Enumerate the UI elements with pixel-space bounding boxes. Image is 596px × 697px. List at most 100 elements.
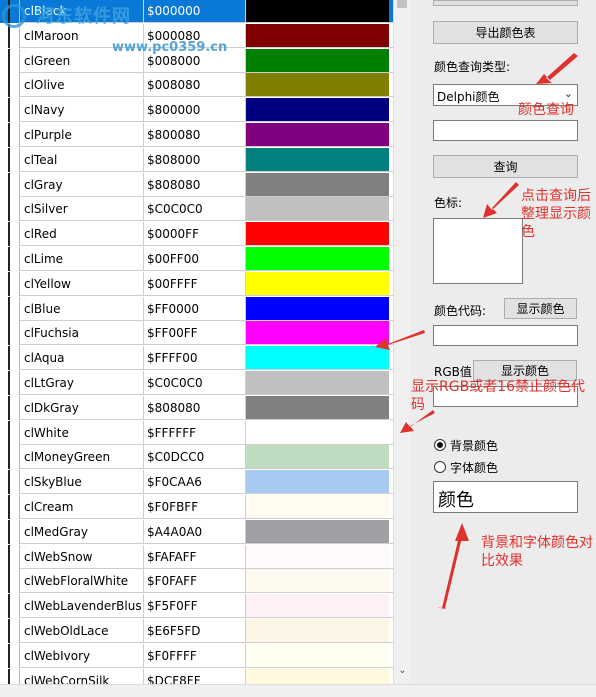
color-name-cell[interactable]: clMoneyGreen [24,450,142,464]
row-indicator[interactable] [0,371,20,395]
query-button[interactable]: 查询 [433,155,578,178]
color-name-cell[interactable]: clPurple [24,128,142,142]
row-indicator[interactable] [0,49,20,73]
color-name-cell[interactable]: clWebCornSilk [24,674,142,684]
color-name-cell[interactable]: clDkGray [24,401,142,415]
row-indicator[interactable] [0,173,20,197]
font-color-radio[interactable] [434,461,446,473]
color-code-cell[interactable]: $C0C0C0 [147,202,243,216]
color-code-cell[interactable]: $FFFF00 [147,351,243,365]
color-name-cell[interactable]: clWebSnow [24,550,142,564]
color-name-cell[interactable]: clMedGray [24,525,142,539]
table-row[interactable]: clWebLavenderBlush $F5F0FF [0,594,393,618]
table-row[interactable]: clAqua $FFFF00 [0,346,393,370]
row-indicator[interactable] [0,520,20,544]
scrollbar-thumb[interactable] [397,0,407,8]
color-name-cell[interactable]: clWebLavenderBlush [24,599,142,613]
color-swatch-cell[interactable] [246,520,389,543]
color-swatch-cell[interactable] [246,123,389,146]
color-code-cell[interactable]: $800080 [147,128,243,142]
color-code-cell[interactable]: $808000 [147,153,243,167]
row-indicator[interactable] [0,197,20,221]
row-indicator[interactable] [0,445,20,469]
show-color-button[interactable]: 显示颜色 [504,298,577,319]
scroll-down-icon[interactable]: ⌄ [397,664,408,678]
color-code-cell[interactable]: $FFFFFF [147,426,243,440]
color-name-cell[interactable]: clOlive [24,78,142,92]
row-indicator[interactable] [0,569,20,593]
row-indicator[interactable] [0,297,20,321]
color-name-cell[interactable]: clWhite [24,426,142,440]
table-row[interactable]: clSkyBlue $F0CAA6 [0,470,393,494]
color-swatch-cell[interactable] [246,445,389,468]
row-indicator[interactable] [0,495,20,519]
color-swatch-cell[interactable] [246,24,389,47]
color-code-cell[interactable]: $00FFFF [147,277,243,291]
row-indicator[interactable] [0,545,20,569]
color-swatch-cell[interactable] [246,197,389,220]
color-swatch-cell[interactable] [246,222,389,245]
color-swatch-cell[interactable] [246,98,389,121]
color-swatch-cell[interactable] [246,619,389,642]
color-swatch-cell[interactable] [246,297,389,320]
color-grid[interactable]: clBlack $000000 clMaroon $000080 clGreen $008… [0,0,393,684]
query-input[interactable] [433,120,578,141]
color-name-cell[interactable]: clYellow [24,277,142,291]
row-indicator[interactable] [0,470,20,494]
color-name-cell[interactable]: clSilver [24,202,142,216]
color-swatch-cell[interactable] [246,346,389,369]
table-row[interactable]: clWebIvory $F0FFFF [0,644,393,668]
color-swatch-cell[interactable] [246,470,389,493]
row-indicator[interactable] [0,73,20,97]
color-code-cell[interactable]: $C0DCC0 [147,450,243,464]
color-swatch-cell[interactable] [246,421,389,444]
color-code-cell[interactable]: $808080 [147,178,243,192]
color-code-cell[interactable]: $808080 [147,401,243,415]
color-code-cell[interactable]: $00FF00 [147,252,243,266]
color-swatch-cell[interactable] [246,272,389,295]
table-row[interactable]: clYellow $00FFFF [0,272,393,296]
color-swatch-cell[interactable] [246,173,389,196]
color-swatch-cell[interactable] [246,396,389,419]
color-code-cell[interactable]: $DCF8FF [147,674,243,684]
row-indicator[interactable] [0,98,20,122]
table-row[interactable]: clWhite $FFFFFF [0,421,393,445]
color-name-cell[interactable]: clSkyBlue [24,475,142,489]
row-indicator[interactable] [0,594,20,618]
background-color-radio[interactable] [434,439,446,451]
table-row[interactable]: clWebCornSilk $DCF8FF [0,669,393,684]
color-code-cell[interactable]: $008080 [147,78,243,92]
row-indicator[interactable] [0,421,20,445]
color-name-cell[interactable]: clRed [24,227,142,241]
color-name-cell[interactable]: clWebIvory [24,649,142,663]
color-swatch-cell[interactable] [246,148,389,171]
color-code-cell[interactable]: $A4A0A0 [147,525,243,539]
color-code-cell[interactable]: $FAFAFF [147,550,243,564]
color-code-cell[interactable]: $C0C0C0 [147,376,243,390]
table-row[interactable]: clMoneyGreen $C0DCC0 [0,445,393,469]
color-name-cell[interactable]: clLtGray [24,376,142,390]
export-color-table-button[interactable]: 导出颜色表 [433,21,578,44]
color-code-cell[interactable]: $F5F0FF [147,599,243,613]
color-code-cell[interactable]: $800000 [147,103,243,117]
table-row[interactable]: clSilver $C0C0C0 [0,197,393,221]
color-name-cell[interactable]: clNavy [24,103,142,117]
table-row[interactable]: clTeal $808000 [0,148,393,172]
table-row[interactable]: clWebFloralWhite $F0FAFF [0,569,393,593]
color-swatch-cell[interactable] [246,0,389,22]
row-indicator[interactable] [0,346,20,370]
color-swatch-cell[interactable] [246,644,389,667]
color-code-input[interactable] [433,325,578,346]
table-row[interactable]: clDkGray $808080 [0,396,393,420]
vertical-scrollbar[interactable]: ⌄ [393,0,410,684]
color-name-cell[interactable]: clGray [24,178,142,192]
color-name-cell[interactable]: clFuchsia [24,326,142,340]
top-cut-button[interactable] [433,0,578,6]
color-swatch-cell[interactable] [246,569,389,592]
color-name-cell[interactable]: clCream [24,500,142,514]
table-row[interactable]: clBlue $FF0000 [0,297,393,321]
table-row[interactable]: clRed $0000FF [0,222,393,246]
color-code-cell[interactable]: $000000 [147,4,243,18]
color-name-cell[interactable]: clBlue [24,302,142,316]
color-swatch-cell[interactable] [246,247,389,270]
